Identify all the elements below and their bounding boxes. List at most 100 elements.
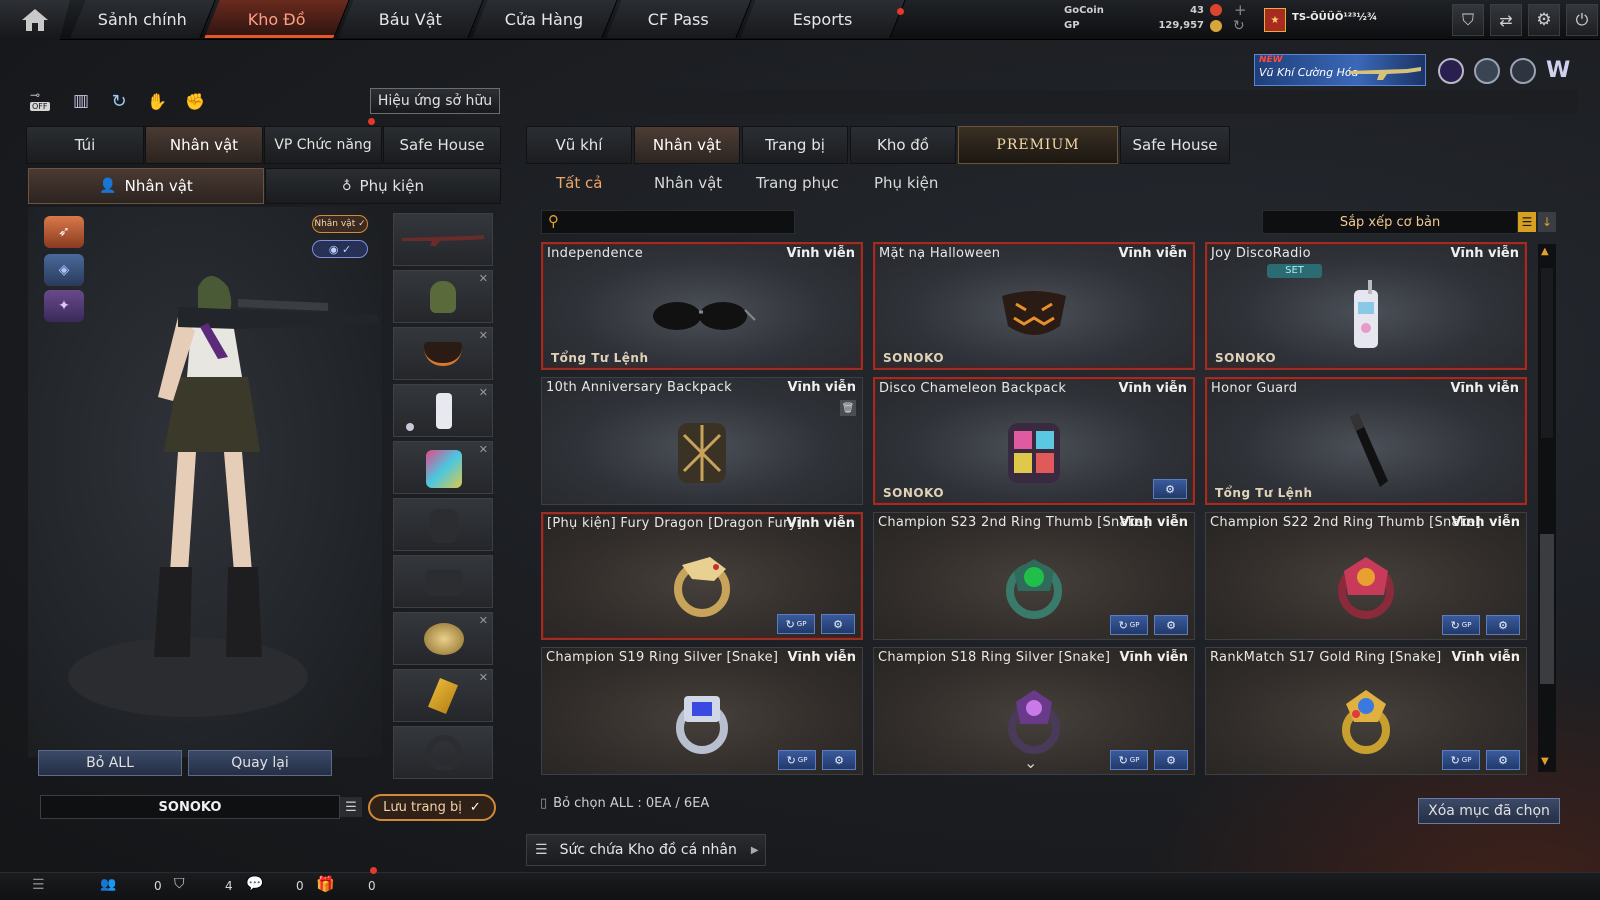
globe-icon[interactable] — [1474, 58, 1500, 84]
effect-toggle[interactable]: ⊸ OFF — [30, 88, 56, 114]
rotate-icon[interactable]: ↻ — [106, 88, 132, 114]
main-tab-character[interactable]: Nhân vật — [634, 126, 740, 164]
weapon-upgrade-banner[interactable]: NEW Vũ Khí Cường Hóa — [1254, 54, 1426, 86]
left-tab-bag[interactable]: Túi — [26, 126, 144, 164]
preset-name-field[interactable]: SONOKO — [40, 795, 340, 819]
remove-icon[interactable]: ✕ — [479, 329, 488, 342]
search-input[interactable]: ⚲ — [541, 210, 795, 234]
clan-button[interactable]: ⛉ — [1452, 4, 1484, 36]
menu-icon[interactable]: ☰ — [32, 877, 45, 893]
left-tab-function[interactable]: VP Chức năng — [264, 126, 382, 164]
delete-selected-button[interactable]: Xóa mục đã chọn — [1418, 798, 1560, 824]
nav-tab-shop[interactable]: Cửa Hàng — [472, 0, 618, 38]
item-card[interactable]: RankMatch S17 Gold Ring [Snake] Vĩnh viễn… — [1205, 647, 1527, 775]
main-tab-weapon[interactable]: Vũ khí — [526, 126, 632, 164]
item-card[interactable]: Champion S19 Ring Silver [Snake] Vĩnh viễ… — [541, 647, 863, 775]
owned-effects-button[interactable]: Hiệu ứng sở hữu — [370, 88, 500, 114]
slot-backpack[interactable]: ✕ — [393, 441, 493, 494]
remove-icon[interactable]: ✕ — [479, 272, 488, 285]
nav-tab-esports[interactable]: Esports — [740, 0, 906, 38]
storage-capacity-button[interactable]: ☰ Sức chứa Kho đồ cá nhân ▶ — [526, 834, 766, 866]
slot-helmet[interactable]: ✕ — [393, 270, 493, 323]
remove-icon[interactable]: ✕ — [479, 386, 488, 399]
pose-icon[interactable]: ✋ — [144, 88, 170, 114]
item-card[interactable]: Independence Vĩnh viễn Tổng Tư Lệnh — [541, 242, 863, 370]
convert-gp-button[interactable]: ↻ GP — [1442, 615, 1480, 635]
slot-ring-empty[interactable] — [393, 726, 493, 779]
character-toggle-badge[interactable]: Nhân vật ✓ — [312, 215, 368, 233]
item-card[interactable]: Disco Chameleon Backpack Vĩnh viễn SONOKO ⚙ — [873, 377, 1195, 505]
item-card[interactable]: Joy DiscoRadio Vĩnh viễn SET SONOKO — [1205, 242, 1527, 370]
nav-tab-inventory[interactable]: Kho Đồ — [204, 0, 350, 38]
item-settings-button[interactable]: ⚙ — [822, 750, 856, 770]
item-settings-button[interactable]: ⚙ — [1486, 615, 1520, 635]
item-settings-button[interactable]: ⚙ — [1486, 750, 1520, 770]
switch-button[interactable]: ⇄ — [1490, 4, 1522, 36]
remove-icon[interactable]: ✕ — [479, 614, 488, 627]
left-tab-character[interactable]: Nhân vật — [145, 126, 263, 164]
slot-ring-dragon[interactable]: ✕ — [393, 612, 493, 665]
main-tab-safehouse[interactable]: Safe House — [1120, 126, 1230, 164]
remove-icon[interactable]: ✕ — [479, 671, 488, 684]
item-settings-button[interactable]: ⚙ — [1153, 479, 1187, 499]
stats-icon[interactable]: ▥ — [68, 88, 94, 114]
scroll-up-icon[interactable]: ▲ — [1541, 246, 1549, 257]
slot-radio[interactable]: ✕ — [393, 384, 493, 437]
convert-gp-button[interactable]: ↻ GP — [1442, 750, 1480, 770]
preset-menu-icon[interactable]: ☰ — [340, 797, 362, 817]
nav-tab-treasure[interactable]: Báu Vật — [338, 0, 484, 38]
wing-ability-icon[interactable]: ✦ — [44, 290, 84, 322]
trash-icon[interactable]: 🗑 — [840, 400, 856, 416]
sort-direction-icon[interactable]: ↓ — [1538, 212, 1556, 232]
search-text[interactable] — [570, 213, 790, 231]
vip-icon[interactable] — [1438, 58, 1464, 84]
nav-tab-lobby[interactable]: Sảnh chính — [70, 0, 216, 38]
home-button[interactable] — [0, 0, 70, 40]
convert-gp-button[interactable]: ↻ GP — [777, 614, 815, 634]
w-logo-icon[interactable]: W — [1546, 58, 1576, 84]
crosshair-event-icon[interactable] — [1510, 58, 1536, 84]
main-tab-premium[interactable]: PREMIUM — [958, 126, 1118, 164]
slot-shorts[interactable] — [393, 555, 493, 608]
character-preview[interactable] — [28, 207, 382, 757]
item-card[interactable]: Mặt nạ Halloween Vĩnh viễn SONOKO — [873, 242, 1195, 370]
item-settings-button[interactable]: ⚙ — [1154, 615, 1188, 635]
slot-mask[interactable]: ✕ — [393, 327, 493, 380]
item-card[interactable]: 10th Anniversary Backpack Vĩnh viễn 🗑 — [541, 377, 863, 505]
item-card[interactable]: Champion S22 2nd Ring Thumb [Snake] Vĩnh … — [1205, 512, 1527, 640]
chevron-down-icon[interactable]: ⌄ — [1024, 753, 1037, 772]
subtab-character[interactable]: 👤 Nhân vật — [28, 168, 264, 204]
remove-icon[interactable]: ✕ — [479, 443, 488, 456]
friends-icon[interactable]: 👥 — [100, 877, 116, 892]
refresh-icon[interactable]: ↻ — [1233, 18, 1245, 34]
filter-costume[interactable]: Trang phục — [756, 170, 839, 196]
power-button[interactable]: ⏻ — [1566, 4, 1598, 36]
character-ability-icon[interactable]: ➶ — [44, 216, 84, 248]
clan-icon[interactable]: ⛉ — [174, 876, 185, 892]
filter-character[interactable]: Nhân vật — [654, 170, 722, 196]
scroll-thumb[interactable] — [1540, 534, 1554, 684]
save-loadout-button[interactable]: Lưu trang bị ✓ — [368, 794, 496, 821]
main-tab-equipment[interactable]: Trang bị — [742, 126, 848, 164]
item-card[interactable]: [Phụ kiện] Fury Dragon [Dragon Fury] Vĩnh… — [541, 512, 863, 640]
convert-gp-button[interactable]: ↻ GP — [778, 750, 816, 770]
slot-vest[interactable] — [393, 498, 493, 551]
gesture-icon[interactable]: ✊ — [182, 88, 208, 114]
nav-tab-cf-pass[interactable]: CF Pass — [606, 0, 752, 38]
scrollbar[interactable]: ▲ ▼ — [1538, 244, 1556, 772]
add-currency-icon[interactable]: + — [1234, 1, 1247, 19]
chat-icon[interactable]: 💬 — [246, 876, 263, 892]
filter-all[interactable]: Tất cả — [556, 170, 602, 196]
main-tab-storage[interactable]: Kho đồ — [850, 126, 956, 164]
filter-accessory[interactable]: Phụ kiện — [874, 170, 938, 196]
remove-all-button[interactable]: Bỏ ALL — [38, 750, 182, 776]
slot-weapon[interactable] — [393, 213, 493, 266]
item-settings-button[interactable]: ⚙ — [821, 614, 855, 634]
scroll-down-icon[interactable]: ▼ — [1541, 756, 1549, 767]
settings-button[interactable]: ⚙ — [1528, 4, 1560, 36]
deselect-all[interactable]: ▯ Bỏ chọn ALL : 0EA / 6EA — [540, 796, 709, 811]
gift-icon[interactable]: 🎁 — [316, 875, 335, 893]
convert-gp-button[interactable]: ↻ GP — [1110, 615, 1148, 635]
item-card[interactable]: Champion S18 Ring Silver [Snake] Vĩnh viễ… — [873, 647, 1195, 775]
visibility-toggle[interactable]: ◉ ✓ — [312, 240, 368, 258]
